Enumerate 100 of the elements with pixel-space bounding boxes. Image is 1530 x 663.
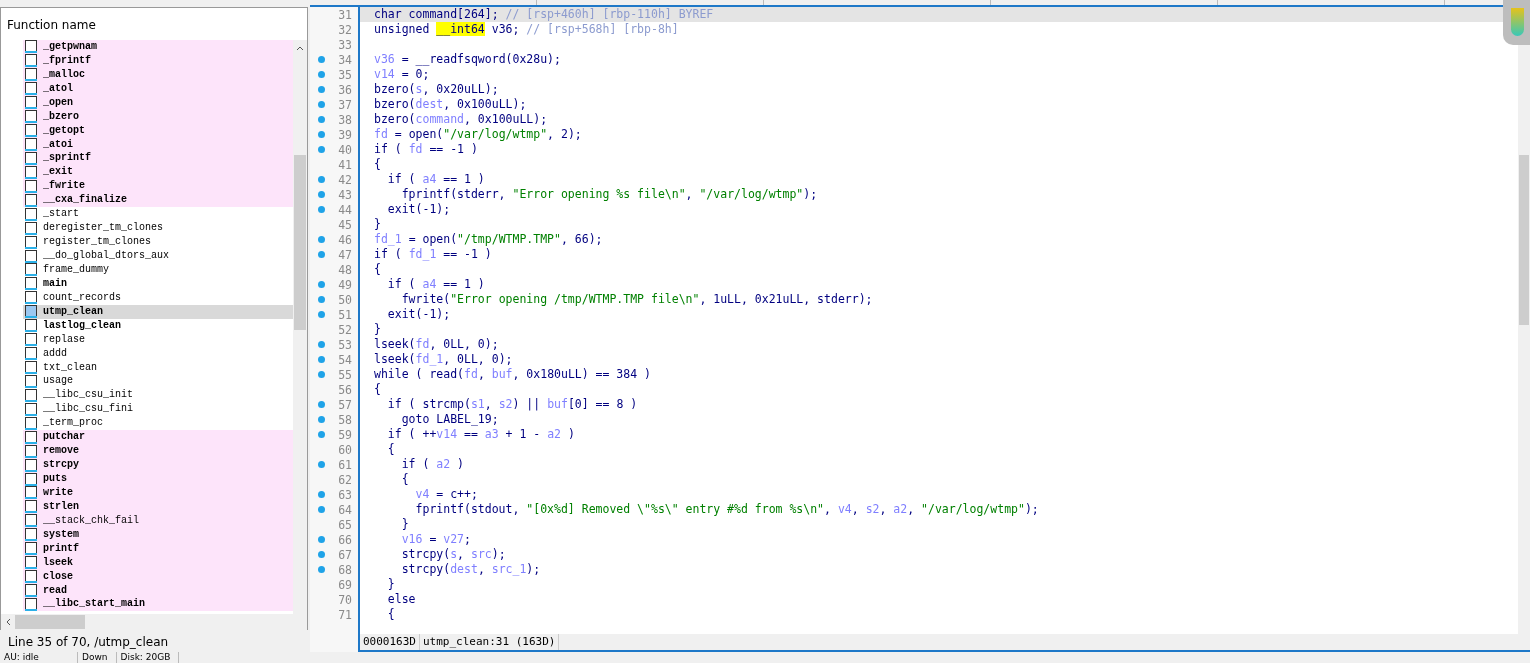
function-item[interactable]: addd (23, 346, 293, 361)
line-number: 33 (338, 37, 352, 52)
code-line: } (400, 517, 410, 532)
breakpoint-dot-icon[interactable] (318, 371, 325, 378)
function-item[interactable]: replase (23, 332, 293, 347)
function-item[interactable]: txt_clean (23, 360, 293, 375)
breakpoint-dot-icon[interactable] (318, 86, 325, 93)
line-number: 34 (338, 52, 352, 67)
function-item[interactable]: _fwrite (23, 179, 293, 194)
breakpoint-dot-icon[interactable] (318, 146, 325, 153)
function-icon (25, 333, 37, 347)
function-item[interactable]: __cxa_finalize (23, 193, 293, 208)
breakpoint-dot-icon[interactable] (318, 191, 325, 198)
function-icon (25, 444, 37, 458)
function-item[interactable]: frame_dummy (23, 263, 293, 277)
line-number: 32 (338, 22, 352, 37)
status-text: AU: idle (0, 652, 78, 663)
function-item[interactable]: __libc_csu_init (23, 388, 293, 403)
code-line: exit(-1); (386, 202, 452, 217)
line-number: 42 (338, 172, 352, 187)
function-item[interactable]: utmp_clean (23, 304, 293, 319)
function-item[interactable]: __libc_csu_fini (23, 402, 293, 417)
function-icon (25, 388, 37, 402)
breakpoint-dot-icon[interactable] (318, 296, 325, 303)
line-number: 54 (338, 352, 352, 367)
function-item[interactable]: usage (23, 374, 293, 389)
function-item[interactable]: register_tm_clones (23, 235, 293, 250)
code-line: v16 = v27; (400, 532, 472, 547)
breakpoint-dot-icon[interactable] (318, 536, 325, 543)
function-item[interactable]: putchar (23, 430, 293, 445)
function-item[interactable]: _getpwnam (23, 40, 293, 54)
function-icon (25, 458, 37, 472)
function-item[interactable]: _exit (23, 165, 293, 180)
function-icon (25, 500, 37, 514)
breakpoint-dot-icon[interactable] (318, 206, 325, 213)
breakpoint-dot-icon[interactable] (318, 56, 325, 63)
function-item[interactable]: puts (23, 472, 293, 486)
code-line: lseek(fd_1, 0LL, 0); (373, 352, 514, 367)
line-number: 69 (338, 577, 352, 592)
line-number: 67 (338, 547, 352, 562)
breakpoint-dot-icon[interactable] (318, 251, 325, 258)
breakpoint-dot-icon[interactable] (318, 551, 325, 558)
vertical-scrollbar[interactable] (293, 40, 307, 614)
breakpoint-dot-icon[interactable] (318, 311, 325, 318)
breakpoint-dot-icon[interactable] (318, 356, 325, 363)
function-icon (25, 486, 37, 500)
function-item[interactable]: remove (23, 444, 293, 459)
breakpoint-dot-icon[interactable] (318, 401, 325, 408)
breakpoint-dot-icon[interactable] (318, 566, 325, 573)
function-item[interactable]: count_records (23, 290, 293, 305)
function-icon (25, 249, 37, 263)
function-item[interactable]: strcpy (23, 458, 293, 473)
code-line: fprintf(stdout, "[0x%d] Removed \"%s\" entry #%d from %s\n", v4, s2, a2, "/var/log/wtmp"); (414, 502, 1040, 517)
code-line: if ( ++v14 == a3 + 1 - a2 ) (386, 427, 576, 442)
breakpoint-dot-icon[interactable] (318, 431, 325, 438)
line-number: 36 (338, 82, 352, 97)
function-item[interactable]: lastlog_clean (23, 318, 293, 333)
code-line: } (373, 322, 382, 337)
function-item[interactable]: _start (23, 207, 293, 222)
function-icon (25, 40, 37, 54)
function-item[interactable]: main (23, 276, 293, 291)
line-number: 60 (338, 442, 352, 457)
code-line: { (400, 472, 410, 487)
breakpoint-dot-icon[interactable] (318, 491, 325, 498)
breakpoint-dot-icon[interactable] (318, 506, 325, 513)
line-number: 44 (338, 202, 352, 217)
line-number: 71 (338, 607, 352, 622)
column-header[interactable]: Function name (1, 8, 293, 40)
code-line: if ( a2 ) (400, 457, 466, 472)
line-number: 37 (338, 97, 352, 112)
floating-widget-icon[interactable] (1503, 0, 1530, 45)
breakpoint-dot-icon[interactable] (318, 101, 325, 108)
function-icon (25, 110, 37, 124)
horizontal-scrollbar[interactable] (1, 614, 307, 630)
function-item[interactable]: write (23, 486, 293, 500)
breakpoint-dot-icon[interactable] (318, 116, 325, 123)
function-item[interactable]: deregister_tm_clones (23, 221, 293, 236)
function-icon (25, 235, 37, 249)
code-line: { (386, 607, 396, 622)
breakpoint-dot-icon[interactable] (318, 416, 325, 423)
breakpoint-dot-icon[interactable] (318, 236, 325, 243)
code-line: if ( fd_1 == -1 ) (373, 247, 493, 262)
code-line: fwrite("Error opening /tmp/WTMP.TMP file\n", 1uLL, 0x21uLL, stderr); (400, 292, 874, 307)
function-icon (25, 124, 37, 138)
breakpoint-dot-icon[interactable] (318, 131, 325, 138)
breakpoint-dot-icon[interactable] (318, 71, 325, 78)
breakpoint-dot-icon[interactable] (318, 281, 325, 288)
line-info: Line 35 of 70, /utmp_clean (7, 634, 170, 649)
code-line: fd_1 = open("/tmp/WTMP.TMP", 66); (373, 232, 604, 247)
function-item[interactable]: _term_proc (23, 416, 293, 431)
function-icon (25, 96, 37, 110)
code-line: if ( a4 == 1 ) (386, 172, 486, 187)
function-item[interactable]: __do_global_dtors_aux (23, 249, 293, 263)
function-icon (25, 165, 37, 179)
line-number: 46 (338, 232, 352, 247)
breakpoint-dot-icon[interactable] (318, 461, 325, 468)
function-icon (25, 361, 37, 375)
breakpoint-dot-icon[interactable] (318, 176, 325, 183)
breakpoint-dot-icon[interactable] (318, 341, 325, 348)
status-text: Down (78, 652, 117, 663)
